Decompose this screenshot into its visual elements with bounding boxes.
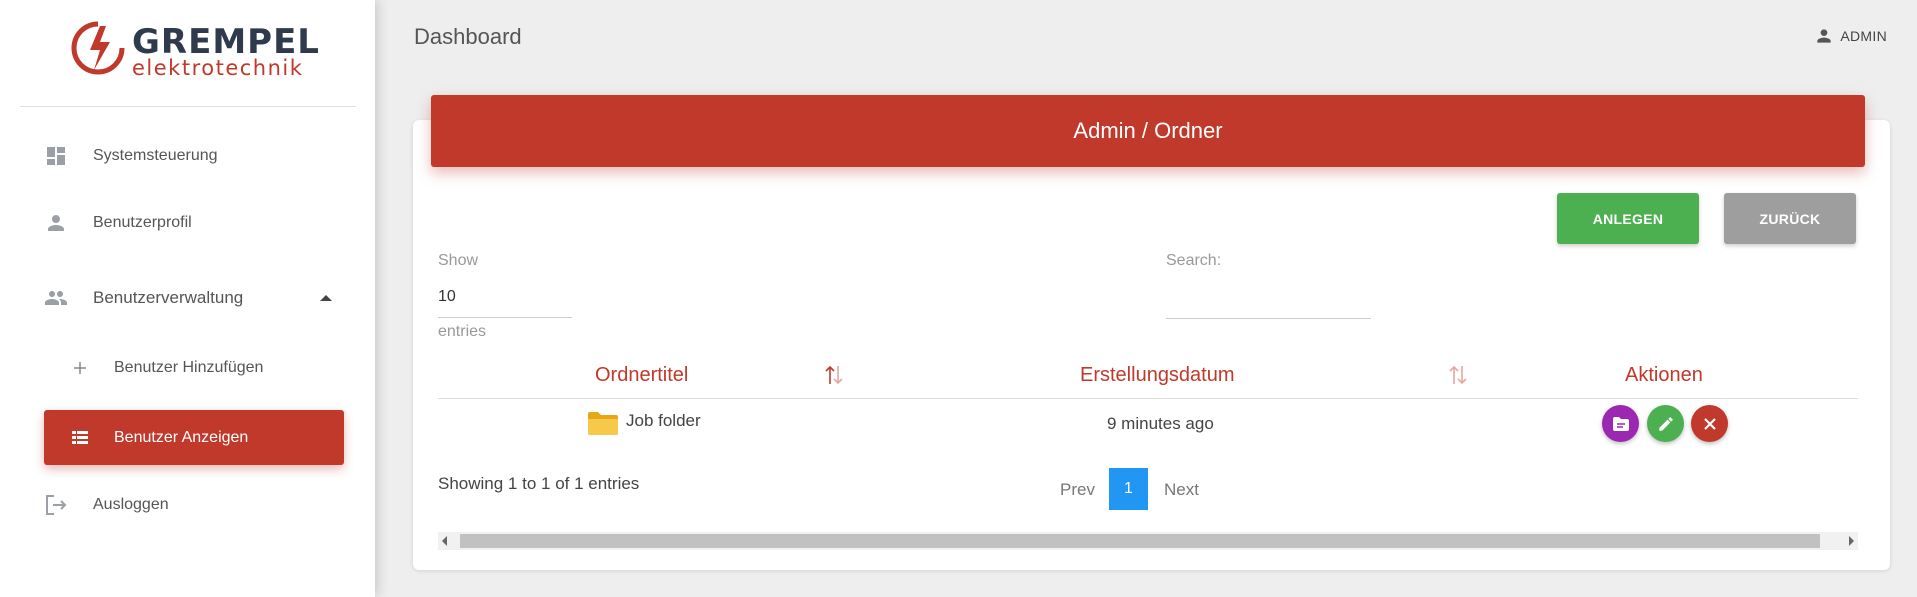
pagination-page[interactable]: 1 bbox=[1109, 468, 1148, 510]
sidebar-item-benutzerverwaltung[interactable]: Benutzerverwaltung bbox=[0, 273, 375, 323]
search-input[interactable] bbox=[1166, 286, 1371, 316]
close-icon bbox=[1703, 417, 1716, 430]
content-card bbox=[413, 120, 1890, 570]
sidebar-item-label: Benutzer Anzeigen bbox=[114, 428, 249, 446]
pencil-icon bbox=[1658, 416, 1673, 431]
horizontal-scrollbar[interactable] bbox=[438, 532, 1858, 550]
scroll-right-icon[interactable] bbox=[1849, 536, 1854, 546]
sidebar-item-benutzer-anzeigen[interactable]: Benutzer Anzeigen bbox=[44, 410, 344, 465]
column-header-aktionen: Aktionen bbox=[1625, 364, 1703, 386]
sidebar-item-benutzer-hinzufuegen[interactable]: Benutzer Hinzufügen bbox=[0, 343, 375, 393]
sidebar-item-label: Benutzerverwaltung bbox=[93, 288, 244, 307]
column-header-erstellungsdatum[interactable]: Erstellungsdatum bbox=[1080, 364, 1235, 387]
user-name: ADMIN bbox=[1840, 28, 1887, 44]
search-label: Search: bbox=[1166, 252, 1222, 269]
back-button[interactable]: ZURÜCK bbox=[1724, 193, 1856, 244]
pagination-prev[interactable]: Prev bbox=[1060, 480, 1095, 500]
plus-icon bbox=[66, 354, 94, 382]
pagination-next[interactable]: Next bbox=[1164, 480, 1199, 500]
show-label: Show bbox=[438, 252, 479, 269]
scroll-left-icon[interactable] bbox=[442, 536, 447, 546]
sidebar-item-label: Benutzer Hinzufügen bbox=[114, 359, 264, 376]
scroll-thumb[interactable] bbox=[460, 534, 1820, 548]
sidebar-item-label: Benutzerprofil bbox=[93, 214, 192, 231]
entries-label: entries bbox=[438, 323, 487, 340]
sidebar-divider bbox=[20, 106, 356, 107]
sidebar: GREMPEL elektrotechnik Systemsteuerung B… bbox=[0, 0, 375, 597]
column-header-ordnertitel[interactable]: Ordnertitel bbox=[595, 364, 688, 387]
table-info: Showing 1 to 1 of 1 entries bbox=[438, 474, 640, 493]
delete-button[interactable] bbox=[1691, 405, 1728, 442]
card-header: Admin / Ordner bbox=[431, 95, 1865, 167]
open-folder-button[interactable] bbox=[1602, 405, 1639, 442]
create-button[interactable]: ANLEGEN bbox=[1557, 193, 1699, 244]
folder-title[interactable]: Job folder bbox=[626, 411, 701, 431]
select-underline bbox=[438, 317, 572, 318]
brand-subtitle: elektrotechnik bbox=[132, 56, 304, 80]
logout-icon bbox=[42, 491, 70, 519]
caret-up-icon bbox=[320, 295, 332, 301]
people-icon bbox=[42, 284, 70, 312]
sort-icon[interactable] bbox=[1448, 364, 1468, 392]
sidebar-item-systemsteuerung[interactable]: Systemsteuerung bbox=[0, 131, 375, 181]
created-date: 9 minutes ago bbox=[1107, 414, 1214, 433]
sidebar-item-label: Systemsteuerung bbox=[93, 147, 218, 164]
person-icon bbox=[1817, 29, 1832, 43]
person-icon bbox=[42, 209, 70, 237]
user-menu[interactable]: ADMIN bbox=[1814, 26, 1887, 46]
dashboard-icon bbox=[42, 142, 70, 170]
entries-select[interactable]: 10 bbox=[438, 288, 456, 306]
card-title: Admin / Ordner bbox=[1073, 118, 1223, 143]
edit-button[interactable] bbox=[1647, 405, 1684, 442]
lightning-logo-icon bbox=[71, 21, 125, 75]
table-header-divider bbox=[438, 398, 1858, 399]
sidebar-item-benutzerprofil[interactable]: Benutzerprofil bbox=[0, 198, 375, 248]
page-title: Dashboard bbox=[414, 24, 522, 49]
list-icon bbox=[66, 424, 94, 452]
sidebar-item-ausloggen[interactable]: Ausloggen bbox=[0, 480, 375, 530]
sidebar-item-label: Ausloggen bbox=[93, 496, 169, 513]
folder-open-icon bbox=[1612, 416, 1629, 431]
search-underline bbox=[1166, 318, 1371, 319]
brand-logo[interactable]: GREMPEL elektrotechnik bbox=[70, 20, 319, 80]
folder-icon bbox=[588, 412, 618, 435]
sort-icon[interactable] bbox=[824, 364, 844, 392]
